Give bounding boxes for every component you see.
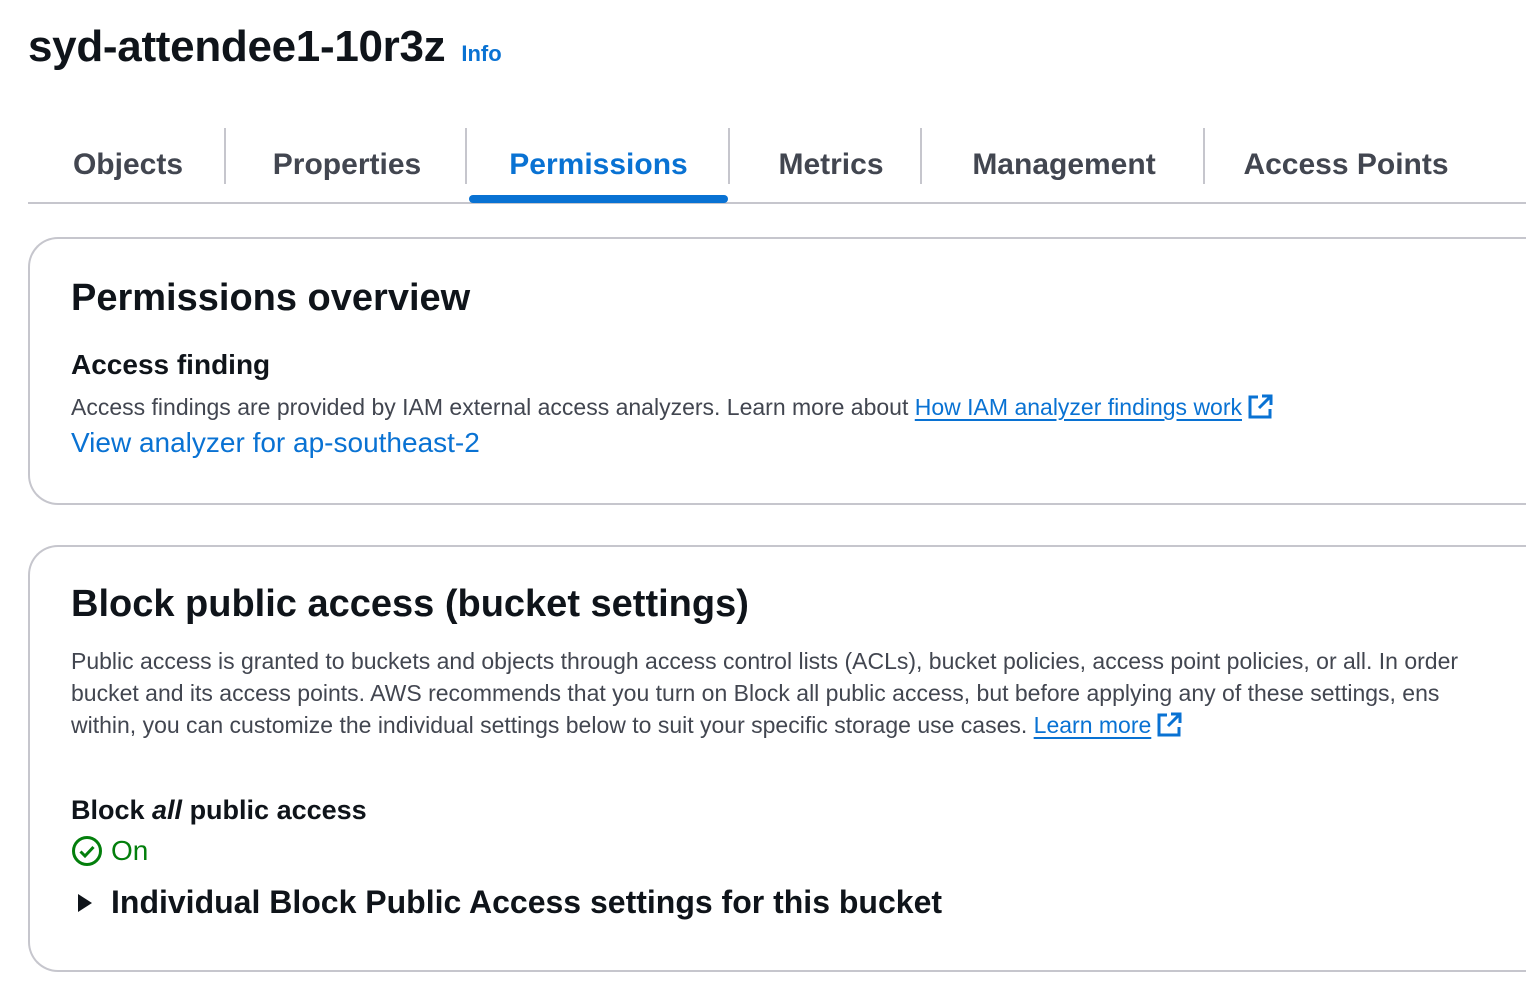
access-finding-description: Access findings are provided by IAM exte… <box>71 391 1274 423</box>
expander-label: Individual Block Public Access settings … <box>111 884 943 920</box>
learn-more-link-label: Learn more <box>1033 712 1152 738</box>
external-link-icon[interactable] <box>1246 393 1274 421</box>
iam-analyzer-findings-link[interactable]: How IAM analyzer findings work <box>915 394 1242 420</box>
block-all-prefix: Block <box>71 795 153 825</box>
permissions-overview-panel: Permissions overview Access finding Acce… <box>28 237 1526 505</box>
tab-divider <box>920 128 922 184</box>
learn-more-link[interactable]: Learn more <box>1034 712 1152 738</box>
iam-analyzer-findings-link-label: How IAM analyzer findings work <box>914 394 1242 420</box>
status-indicator: On <box>71 835 148 867</box>
status-success-icon <box>72 836 102 866</box>
block-all-suffix: public access <box>182 795 367 825</box>
status-text: On <box>111 835 149 866</box>
block-public-access-panel: Block public access (bucket settings) Pu… <box>28 545 1526 972</box>
tab-metrics[interactable]: Metrics <box>740 128 922 202</box>
access-finding-text: Access findings are provided by IAM exte… <box>71 394 915 420</box>
block-public-access-title: Block public access (bucket settings) <box>71 583 749 625</box>
tab-divider <box>1203 128 1205 184</box>
bucket-title: syd-attendee1-10r3z <box>28 22 446 71</box>
block-all-public-access-label: Block all public access <box>71 795 367 826</box>
tab-objects[interactable]: Objects <box>42 128 214 202</box>
tab-divider <box>728 128 730 184</box>
tab-properties[interactable]: Properties <box>238 128 456 202</box>
external-link-icon[interactable] <box>1155 711 1183 739</box>
block-all-emphasis: all <box>152 795 183 825</box>
caret-right-icon <box>78 893 92 912</box>
active-tab-indicator <box>469 195 728 203</box>
tab-permissions[interactable]: Permissions <box>469 128 728 203</box>
bpa-description-line3: within, you can customize the individual… <box>71 709 1183 741</box>
page-header: syd-attendee1-10r3z Info <box>28 22 502 72</box>
permissions-overview-title: Permissions overview <box>71 277 471 319</box>
info-link[interactable]: Info <box>461 41 501 67</box>
bucket-tabs: Objects Properties Permissions Metrics M… <box>28 128 1526 204</box>
bpa-description-line1: Public access is granted to buckets and … <box>71 648 1459 674</box>
bpa-description-line3-text: within, you can customize the individual… <box>71 712 1034 738</box>
tab-permissions-label: Permissions <box>509 148 688 181</box>
tab-access-points[interactable]: Access Points <box>1214 128 1478 202</box>
tab-management[interactable]: Management <box>932 128 1196 202</box>
view-analyzer-link[interactable]: View analyzer for ap-southeast-2 <box>71 427 480 459</box>
tab-divider <box>465 128 467 184</box>
tab-divider <box>224 128 226 184</box>
access-finding-label: Access finding <box>71 349 271 380</box>
individual-settings-expander[interactable]: Individual Block Public Access settings … <box>71 884 942 921</box>
bpa-description-line2: bucket and its access points. AWS recomm… <box>71 680 1440 706</box>
